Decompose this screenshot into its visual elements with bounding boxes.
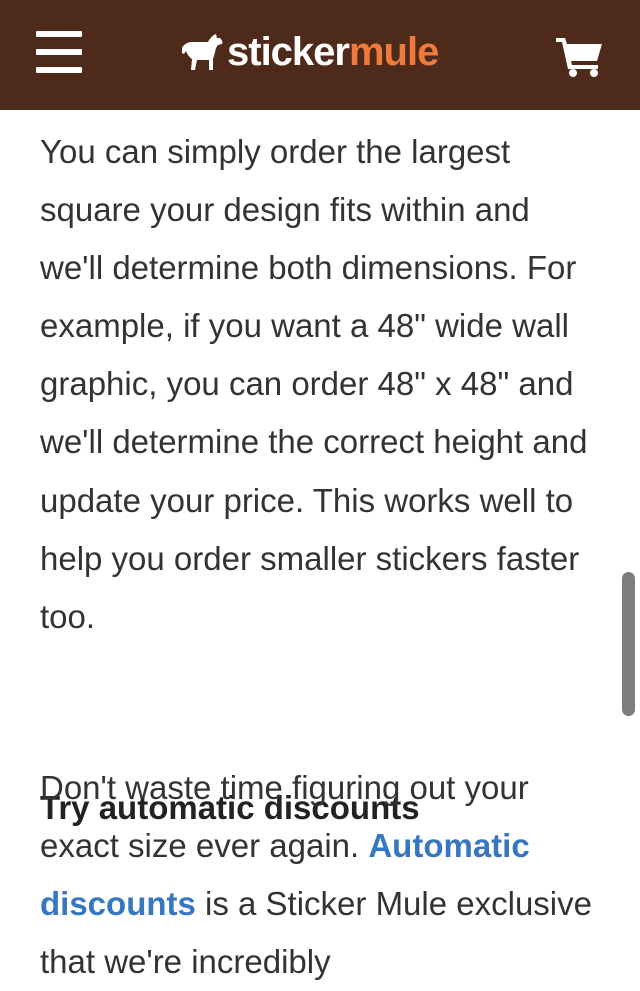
shopping-cart-icon[interactable] bbox=[556, 36, 604, 78]
logo-word-mule: mule bbox=[348, 29, 439, 74]
paragraph-automatic-discounts: Don't waste time figuring out your exact… bbox=[40, 759, 600, 991]
sticker-mule-logo[interactable]: sticker mule bbox=[180, 28, 439, 76]
top-navigation-bar: sticker mule bbox=[0, 0, 640, 110]
mule-icon bbox=[182, 34, 223, 70]
hamburger-menu-icon[interactable] bbox=[36, 31, 82, 73]
scrollbar-thumb[interactable] bbox=[622, 572, 635, 716]
logo-word-sticker: sticker bbox=[227, 29, 350, 74]
paragraph-square-sizing: You can simply order the largest square … bbox=[40, 133, 588, 635]
